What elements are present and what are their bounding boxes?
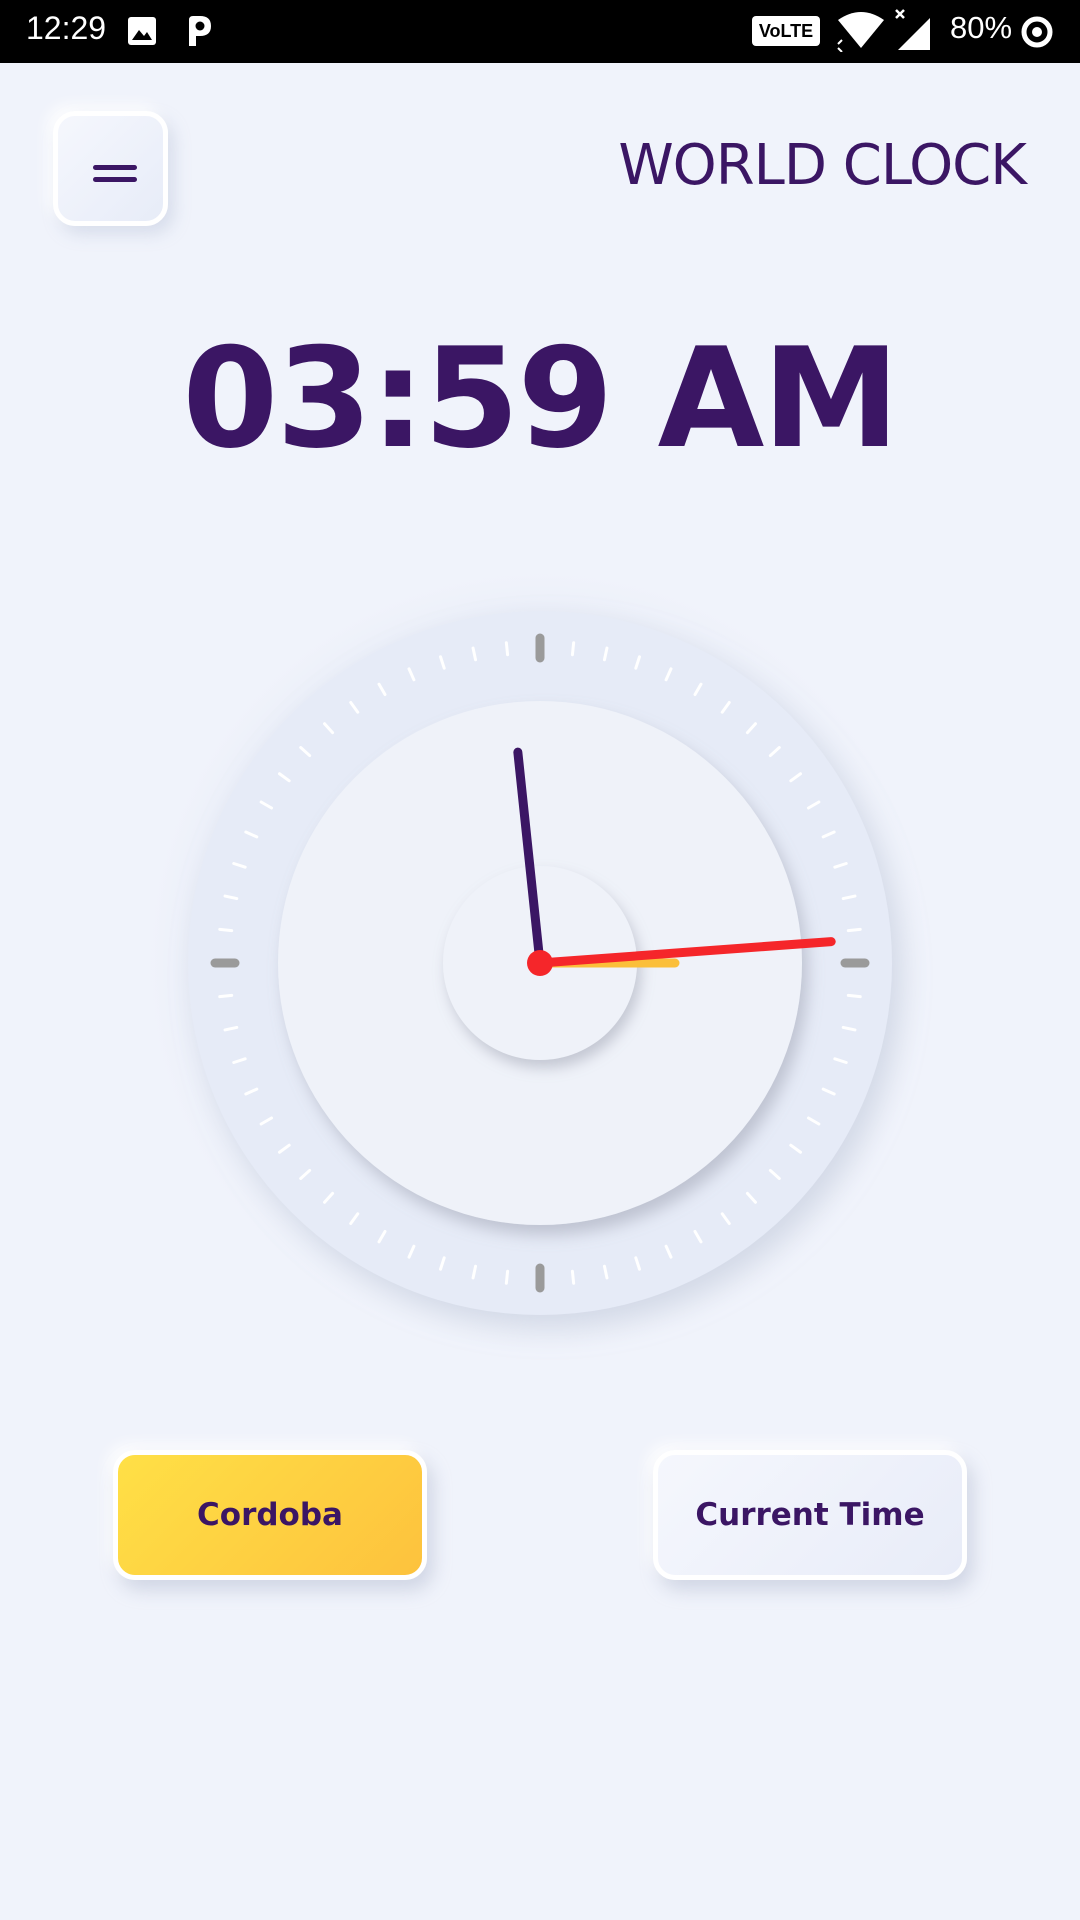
- clock-minor-tick: [846, 927, 862, 933]
- clock-minor-tick: [218, 927, 234, 933]
- clock-minor-tick: [570, 641, 576, 657]
- menu-button[interactable]: [53, 111, 168, 226]
- volte-icon: VoLTE: [752, 16, 820, 46]
- current-time-button[interactable]: Current Time: [653, 1450, 967, 1580]
- signal-icon: [895, 9, 930, 50]
- analog-clock: [138, 553, 942, 1363]
- menu-icon-bar: [93, 177, 137, 182]
- city-button[interactable]: Cordoba: [113, 1450, 427, 1580]
- digital-time: 03:59 AM: [182, 318, 899, 479]
- image-icon: [128, 17, 156, 45]
- p-icon: [189, 16, 211, 46]
- clock-face: [140, 563, 940, 1363]
- clock-center-pin: [527, 950, 553, 976]
- status-time: 12:29: [26, 10, 107, 46]
- menu-icon: [93, 165, 137, 170]
- clock-minor-tick: [504, 1269, 510, 1285]
- clock-minor-tick: [504, 641, 510, 657]
- clock-minor-tick: [218, 993, 234, 999]
- clock-minor-tick: [570, 1269, 576, 1285]
- clock-minor-tick: [846, 993, 862, 999]
- status-bar: 12:29 VoLTE 80%: [0, 0, 1080, 63]
- app-title: WORLD CLOCK: [618, 133, 1027, 198]
- battery-percent: 80%: [950, 10, 1013, 45]
- wifi-icon: [837, 12, 884, 52]
- battery-icon: [1021, 16, 1053, 48]
